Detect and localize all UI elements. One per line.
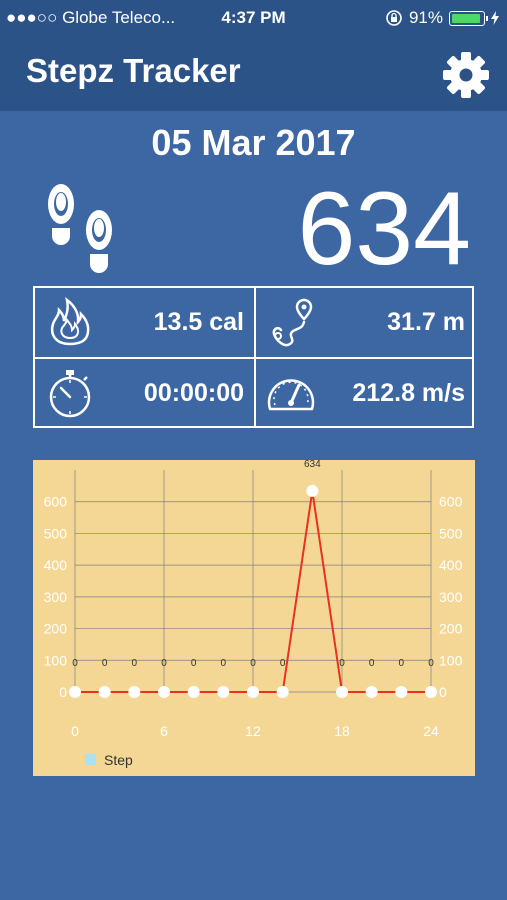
y-tick-label-right: 300: [439, 589, 463, 605]
data-label: 634: [304, 460, 321, 470]
data-point: [425, 686, 437, 698]
calories-value: 13.5 cal: [153, 308, 244, 336]
gear-icon[interactable]: [442, 51, 490, 99]
app-title: Stepz Tracker: [26, 52, 241, 89]
data-label: 0: [428, 658, 434, 669]
step-count: 634: [297, 171, 471, 287]
data-label: 0: [132, 658, 138, 669]
battery-icon: [449, 10, 488, 26]
data-label: 0: [191, 658, 197, 669]
steps-chart: 0 0 100 100 200 200 300 300 400 400 500 500 600 600 0 6…: [33, 459, 475, 776]
data-point: [128, 686, 141, 698]
route-icon: [272, 298, 313, 347]
speed-value: 212.8 m/s: [352, 379, 465, 407]
speed-cell: 212.8 m/s: [256, 359, 475, 428]
duration-value: 00:00:00: [143, 379, 244, 407]
flame-icon: [51, 297, 90, 346]
y-tick-label-left: 0: [59, 684, 67, 700]
x-tick-label: 24: [423, 723, 439, 739]
charging-bolt-icon: [491, 11, 499, 25]
distance-cell: 31.7 m: [256, 288, 475, 357]
y-tick-label-right: 600: [439, 494, 463, 510]
data-point: [247, 686, 259, 698]
data-label: 0: [369, 658, 375, 669]
footprints-icon: [48, 184, 112, 273]
data-label: 0: [399, 658, 405, 669]
x-tick-label: 0: [71, 723, 79, 739]
data-label: 0: [72, 658, 78, 669]
data-point: [336, 686, 348, 698]
y-tick-label-right: 200: [439, 621, 463, 637]
distance-value: 31.7 m: [387, 308, 465, 336]
stopwatch-icon: [49, 370, 91, 418]
data-label: 0: [280, 658, 286, 669]
legend-label-step: Step: [104, 752, 133, 768]
status-right: 91%: [385, 0, 499, 36]
speedometer-icon: [267, 379, 315, 411]
status-bar: ●●●○○ Globe Teleco... 4:37 PM 91%: [0, 0, 507, 36]
data-label: 0: [250, 658, 256, 669]
battery-percent: 91%: [408, 8, 443, 27]
steps-line-chart: 0 0100 100200 200300 300400 400500 500600 6000 6…: [44, 459, 463, 768]
data-point: [158, 686, 170, 698]
data-point: [306, 484, 319, 497]
y-tick-label-right: 400: [439, 557, 463, 573]
nav-bar: Stepz Tracker: [0, 36, 507, 111]
x-tick-label: 12: [245, 723, 261, 739]
y-tick-label-left: 500: [44, 525, 68, 541]
data-label: 0: [102, 658, 108, 669]
data-point: [187, 686, 200, 698]
y-tick-label-left: 600: [44, 494, 68, 510]
y-tick-label-left: 100: [44, 652, 68, 668]
data-point: [395, 686, 408, 698]
rotation-lock-icon: [386, 10, 402, 26]
date-label: 05 Mar 2017: [151, 122, 356, 163]
data-label: 0: [161, 658, 167, 669]
data-label: 0: [339, 658, 345, 669]
x-tick-label: 18: [334, 723, 350, 739]
y-tick-label-right: 500: [439, 525, 463, 541]
calories-cell: 13.5 cal: [35, 288, 254, 357]
data-point: [365, 686, 378, 698]
data-point: [217, 686, 230, 698]
y-tick-label-left: 300: [44, 589, 68, 605]
duration-cell: 00:00:00: [35, 359, 254, 428]
legend-swatch-step: [85, 754, 96, 765]
y-tick-label-left: 400: [44, 557, 68, 573]
data-point: [276, 686, 289, 698]
data-point: [98, 686, 111, 698]
y-tick-label-right: 100: [439, 652, 463, 668]
x-tick-label: 6: [160, 723, 168, 739]
y-tick-label-left: 200: [44, 621, 68, 637]
data-point: [69, 686, 81, 698]
data-label: 0: [221, 658, 227, 669]
stats-grid: 13.5 cal 31.7 m 00:00:00 212.8 m/s: [33, 286, 474, 428]
y-tick-label-right: 0: [439, 684, 447, 700]
